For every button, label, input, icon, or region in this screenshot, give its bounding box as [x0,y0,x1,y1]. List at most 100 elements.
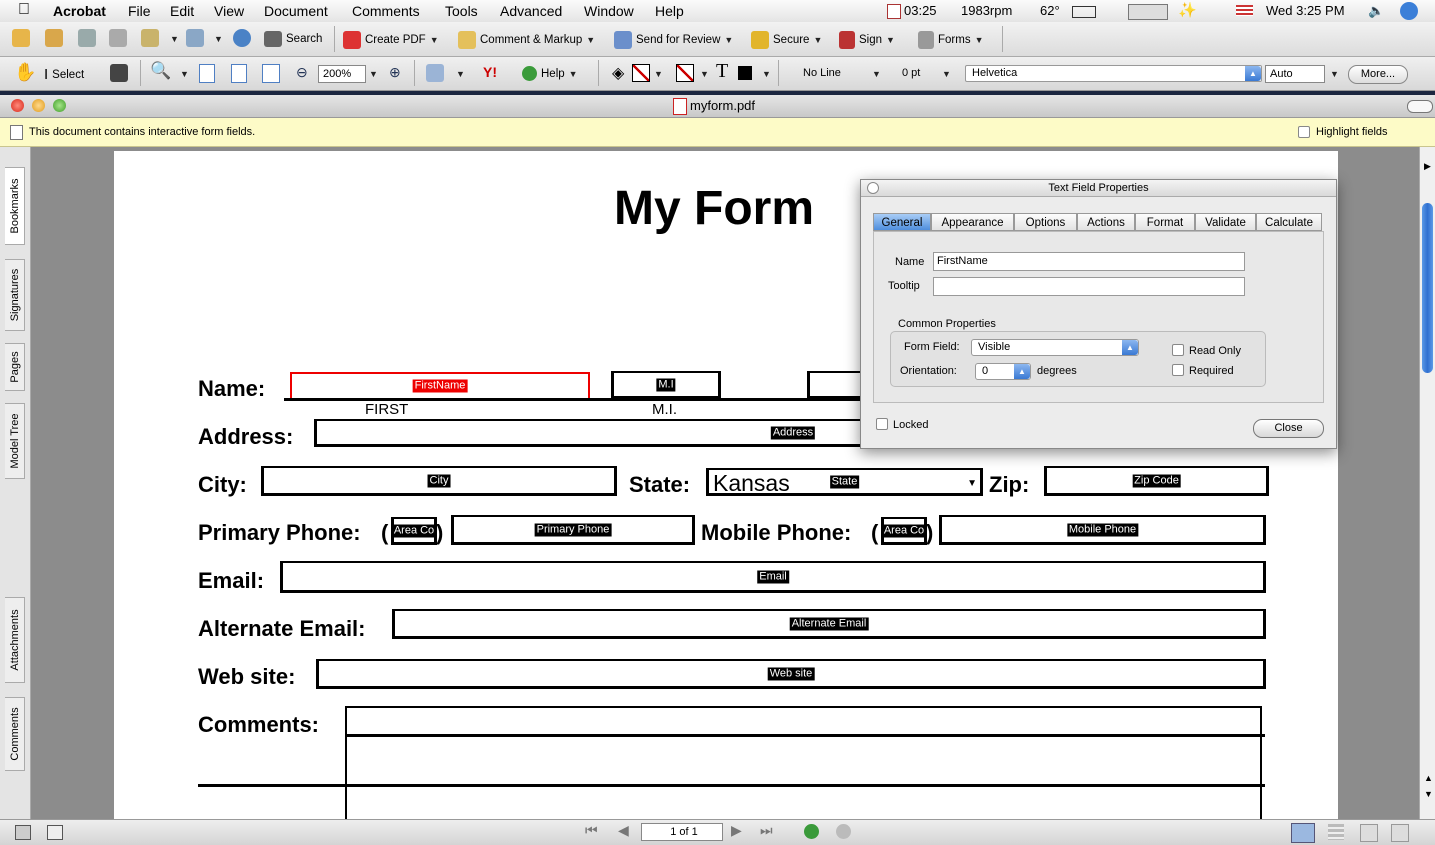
chevron-down-icon[interactable]: ▼ [1330,69,1339,79]
field-email[interactable]: Email [280,561,1266,593]
menu-window[interactable]: Window [584,3,634,19]
highlight-fields-checkbox[interactable] [1298,126,1310,138]
fill-color-icon[interactable]: ◈ [612,63,624,83]
chevron-down-icon[interactable]: ▼ [872,69,881,79]
tab-comments[interactable]: Comments [5,697,25,771]
field-first-name[interactable]: FirstName [290,372,590,400]
dialog-close-icon[interactable] [867,182,879,194]
print-icon[interactable] [109,29,127,47]
field-area-code-primary[interactable]: Area Co [391,517,437,545]
font-size-field[interactable]: Auto [1265,65,1325,83]
go-forward-icon[interactable] [836,824,851,839]
yahoo-icon[interactable]: Y! [483,64,497,80]
read-only-checkbox[interactable] [1172,344,1184,356]
menu-edit[interactable]: Edit [170,3,194,19]
stroke-color-icon[interactable] [632,64,650,82]
field-zip[interactable]: Zip Code [1044,466,1269,496]
field-state[interactable]: Kansas State ▼ [706,468,983,496]
arrow-down-icon[interactable]: ▼ [1424,789,1433,799]
fit-width-icon[interactable] [262,64,280,83]
minimize-window-icon[interactable] [32,99,45,112]
zoom-window-icon[interactable] [53,99,66,112]
arrow-up-icon[interactable]: ▲ [1424,773,1433,783]
tab-general[interactable]: General [873,213,931,231]
field-comments[interactable] [345,706,1262,826]
first-page-icon[interactable]: ⏮ [585,822,598,839]
zoom-field[interactable]: 200% [318,65,366,83]
rotate-icon[interactable] [426,64,444,82]
organizer-icon[interactable] [45,29,63,47]
line-style-select[interactable]: No Line [803,67,841,79]
required-checkbox[interactable] [1172,364,1184,376]
border-color-icon[interactable] [676,64,694,82]
locked-checkbox[interactable] [876,418,888,430]
menu-tools[interactable]: Tools [445,3,478,19]
tab-pages[interactable]: Pages [5,343,25,391]
tab-model-tree[interactable]: Model Tree [5,403,25,479]
chevron-down-icon[interactable]: ▼ [654,69,663,79]
menu-comments[interactable]: Comments [352,3,420,19]
field-mobile-phone[interactable]: Mobile Phone [939,515,1266,545]
hand-icon[interactable]: ✋ [14,62,36,83]
menu-app[interactable]: Acrobat [53,3,106,19]
page-size-icon[interactable] [47,825,63,840]
tab-validate[interactable]: Validate [1195,213,1256,231]
go-back-icon[interactable] [804,824,819,839]
continuous-icon[interactable] [1328,824,1344,840]
send-review-button[interactable]: Send for Review ▼ [614,31,733,49]
field-website[interactable]: Web site [316,659,1266,689]
scroll-thumb[interactable] [1422,203,1433,373]
menu-view[interactable]: View [214,3,244,19]
zoom-plus-icon[interactable]: ⊕ [389,64,401,81]
fit-page-icon[interactable] [231,64,247,83]
more-button[interactable]: More... [1348,65,1408,84]
menu-help[interactable]: Help [655,3,684,19]
text-color-swatch[interactable] [738,66,752,80]
chevron-down-icon[interactable]: ▼ [762,69,771,79]
volume-icon[interactable]: 🔈 [1368,3,1384,19]
previous-page-icon[interactable]: ◀ [618,822,629,839]
continuous-facing-icon[interactable] [1391,824,1409,842]
attach-icon[interactable] [186,29,204,47]
create-pdf-button[interactable]: Create PDF ▼ [343,31,439,49]
email-icon[interactable] [141,29,159,47]
last-page-icon[interactable]: ⏭ [760,822,773,839]
tab-attachments[interactable]: Attachments [5,597,25,683]
field-primary-phone[interactable]: Primary Phone [451,515,695,545]
script-icon[interactable]: ✨ [1178,1,1197,19]
page-number-field[interactable]: 1 of 1 [641,823,723,841]
arrow-right-icon[interactable]: ▶ [1424,161,1431,172]
tab-actions[interactable]: Actions [1077,213,1135,231]
line-width-select[interactable]: 0 pt [902,67,920,79]
tab-format[interactable]: Format [1135,213,1195,231]
comment-markup-button[interactable]: Comment & Markup ▼ [458,31,595,49]
sign-button[interactable]: Sign ▼ [839,31,895,49]
tab-calculate[interactable]: Calculate [1256,213,1322,231]
secure-button[interactable]: Secure ▼ [751,31,822,49]
web-icon[interactable] [233,29,251,47]
facing-icon[interactable] [1360,824,1378,842]
chevron-down-icon[interactable]: ▼ [456,69,465,79]
status-clock[interactable]: Wed 3:25 PM [1266,3,1345,18]
select-tool[interactable]: I Select [44,66,84,83]
form-field-select[interactable]: Visible ▲ [971,339,1139,356]
apple-icon[interactable]:  [18,1,30,19]
panel-toggle-icon[interactable] [15,825,31,840]
tab-options[interactable]: Options [1014,213,1077,231]
tab-signatures[interactable]: Signatures [5,259,25,331]
search-button[interactable]: Search [264,31,322,47]
vertical-scrollbar[interactable]: ▶ ▲ ▼ [1419,147,1435,819]
close-window-icon[interactable] [11,99,24,112]
menu-document[interactable]: Document [264,3,328,19]
field-mi[interactable]: M.I [611,371,721,399]
zoom-out-icon[interactable]: ⊖ [296,64,308,81]
single-page-icon[interactable] [1291,823,1315,843]
menu-file[interactable]: File [128,3,151,19]
chevron-down-icon[interactable]: ▼ [214,34,223,44]
forms-button[interactable]: Forms ▼ [918,31,984,49]
zoom-in-icon[interactable]: 🔍 [150,61,171,81]
orientation-select[interactable]: 0 ▲ [975,363,1031,380]
chevron-down-icon[interactable]: ▼ [170,34,179,44]
chevron-down-icon[interactable]: ▼ [942,69,951,79]
menu-advanced[interactable]: Advanced [500,3,562,19]
